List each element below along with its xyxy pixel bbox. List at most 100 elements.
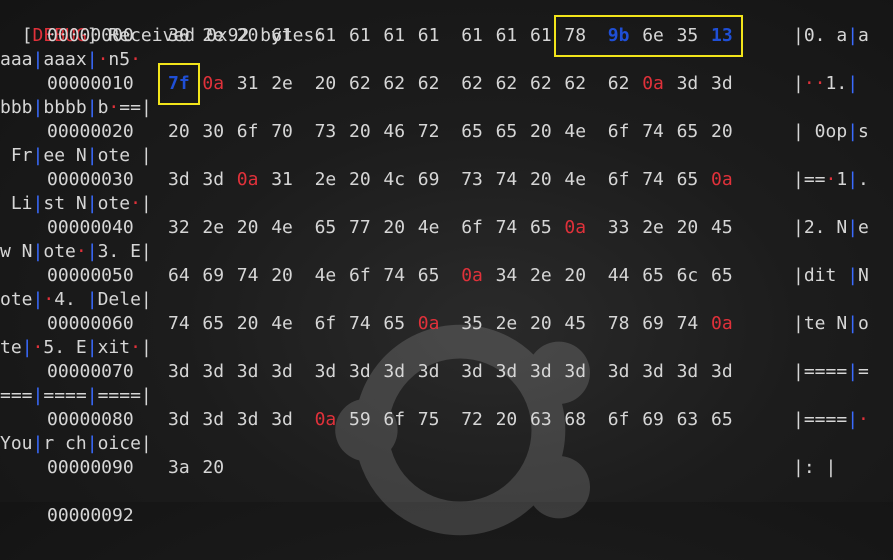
hex-byte: 20 xyxy=(383,217,406,238)
ascii-part: . xyxy=(858,169,869,190)
hex-byte: 3d xyxy=(711,361,733,382)
ascii-part: |== xyxy=(793,169,826,190)
ascii-column: |2. N|e xyxy=(793,216,869,240)
hex-byte: 20 xyxy=(676,217,699,238)
hex-byte: 3d xyxy=(417,361,440,382)
hex-byte: 3d xyxy=(271,409,293,430)
ascii-part: | xyxy=(847,25,859,46)
hex-byte: 20 xyxy=(530,121,552,142)
row-offset: 00000010 xyxy=(47,73,134,94)
hex-byte: 3d xyxy=(202,361,225,382)
ascii-wrap-part: You xyxy=(0,433,33,454)
hex-byte: 70 xyxy=(271,121,293,142)
hex-byte: 20 xyxy=(168,121,190,142)
ascii-wrap-part: | xyxy=(32,97,44,118)
row-offset: 00000080 xyxy=(47,409,134,430)
ascii-wrap-part: | xyxy=(140,241,152,262)
hex-byte: 31 xyxy=(271,169,293,190)
hex-byte: 3d xyxy=(530,361,552,382)
final-offset: 00000092 xyxy=(47,505,134,526)
ascii-wrap-part: Li xyxy=(0,193,33,214)
ascii-wrap-part: Fr xyxy=(0,145,33,166)
ascii-wrap-part: · xyxy=(32,337,44,358)
ascii-part: | xyxy=(847,217,859,238)
hex-byte: 3d xyxy=(168,409,190,430)
hex-byte: 62 xyxy=(530,73,552,94)
hex-byte: 20 xyxy=(236,25,259,46)
row-offset: 00000090 xyxy=(47,457,134,478)
ascii-wrap-line: Li|st N|ote·| xyxy=(0,192,152,216)
row-offset: 00000070 xyxy=(47,361,134,382)
ascii-part: | xyxy=(793,25,804,46)
ascii-wrap-part: | xyxy=(140,337,152,358)
ascii-column: |dit |N xyxy=(793,264,869,288)
hex-byte: 3d xyxy=(642,361,664,382)
ascii-part: 1 xyxy=(836,169,848,190)
hex-byte: 61 xyxy=(383,25,406,46)
ascii-wrap-line: te|·5. E|xit·| xyxy=(0,336,152,360)
ascii-wrap-part: · xyxy=(97,49,109,70)
hex-byte: 62 xyxy=(417,73,440,94)
row-offset: 00000000 xyxy=(47,25,134,46)
ascii-part: |te N xyxy=(793,313,848,334)
ascii-wrap-line: bbb|bbbb|b·==| xyxy=(0,96,152,120)
hex-byte: 6f xyxy=(607,121,630,142)
hex-byte: 0a xyxy=(461,265,483,286)
ascii-part: · xyxy=(825,169,837,190)
ascii-wrap-part: | xyxy=(86,241,98,262)
hex-byte: 3a xyxy=(168,457,190,478)
hex-byte: 3d xyxy=(168,169,190,190)
ascii-wrap-part: ote xyxy=(97,193,131,214)
ascii-wrap-part: | xyxy=(32,193,44,214)
hex-byte: 62 xyxy=(383,73,406,94)
ascii-wrap-part: xit xyxy=(97,337,131,358)
ascii-part: a xyxy=(858,25,869,46)
hex-byte: 65 xyxy=(530,217,552,238)
ascii-part: = xyxy=(858,361,869,382)
hex-byte: 20 xyxy=(236,217,259,238)
hex-byte: 3d xyxy=(495,361,518,382)
ascii-column: |====|· xyxy=(793,408,869,432)
ascii-wrap-part: · xyxy=(130,193,141,214)
hex-byte: 65 xyxy=(314,217,337,238)
row-offset: 00000040 xyxy=(47,217,134,238)
hex-byte: 69 xyxy=(642,313,664,334)
hex-byte: 45 xyxy=(564,313,587,334)
hex-byte: 0a xyxy=(711,313,733,334)
hex-byte: 4e xyxy=(314,265,337,286)
hex-byte: 4e xyxy=(271,217,293,238)
ascii-wrap-part: bbbb xyxy=(43,97,87,118)
ascii-part: | xyxy=(847,73,859,94)
hex-byte: 20 xyxy=(236,313,259,334)
ascii-wrap-part: | xyxy=(86,385,98,406)
hex-byte: 20 xyxy=(711,121,733,142)
hex-byte: 59 xyxy=(349,409,371,430)
ascii-wrap-part: st N xyxy=(43,193,87,214)
hex-byte: 65 xyxy=(711,409,733,430)
hex-byte: 6f xyxy=(607,409,630,430)
hex-byte: 0a xyxy=(236,169,259,190)
hex-byte: 20 xyxy=(564,265,587,286)
ascii-wrap-part: n5 xyxy=(108,49,131,70)
ascii-wrap-part: aaa xyxy=(0,49,33,70)
ascii-wrap-part: | xyxy=(21,337,33,358)
ascii-wrap-part: === xyxy=(0,385,33,406)
ascii-part: · xyxy=(858,409,869,430)
ascii-wrap-part: · xyxy=(75,241,87,262)
hex-byte: 3d xyxy=(236,409,259,430)
hex-byte: 30 xyxy=(168,25,190,46)
ascii-part: |2. N xyxy=(793,217,848,238)
hex-byte: 2e xyxy=(202,25,225,46)
hex-byte: 73 xyxy=(314,121,337,142)
ascii-part: | xyxy=(847,169,859,190)
hex-byte: 72 xyxy=(417,121,440,142)
ascii-part: 0. a xyxy=(803,25,848,46)
row-offset: 00000050 xyxy=(47,265,134,286)
ascii-part: |==== xyxy=(793,361,848,382)
hex-byte: 3d xyxy=(461,361,483,382)
hex-byte: 65 xyxy=(676,169,699,190)
hex-byte: 74 xyxy=(349,313,371,334)
ascii-wrap-part: 5. E xyxy=(43,337,87,358)
hex-byte: 3d xyxy=(314,361,337,382)
hex-byte: 20 xyxy=(271,265,293,286)
